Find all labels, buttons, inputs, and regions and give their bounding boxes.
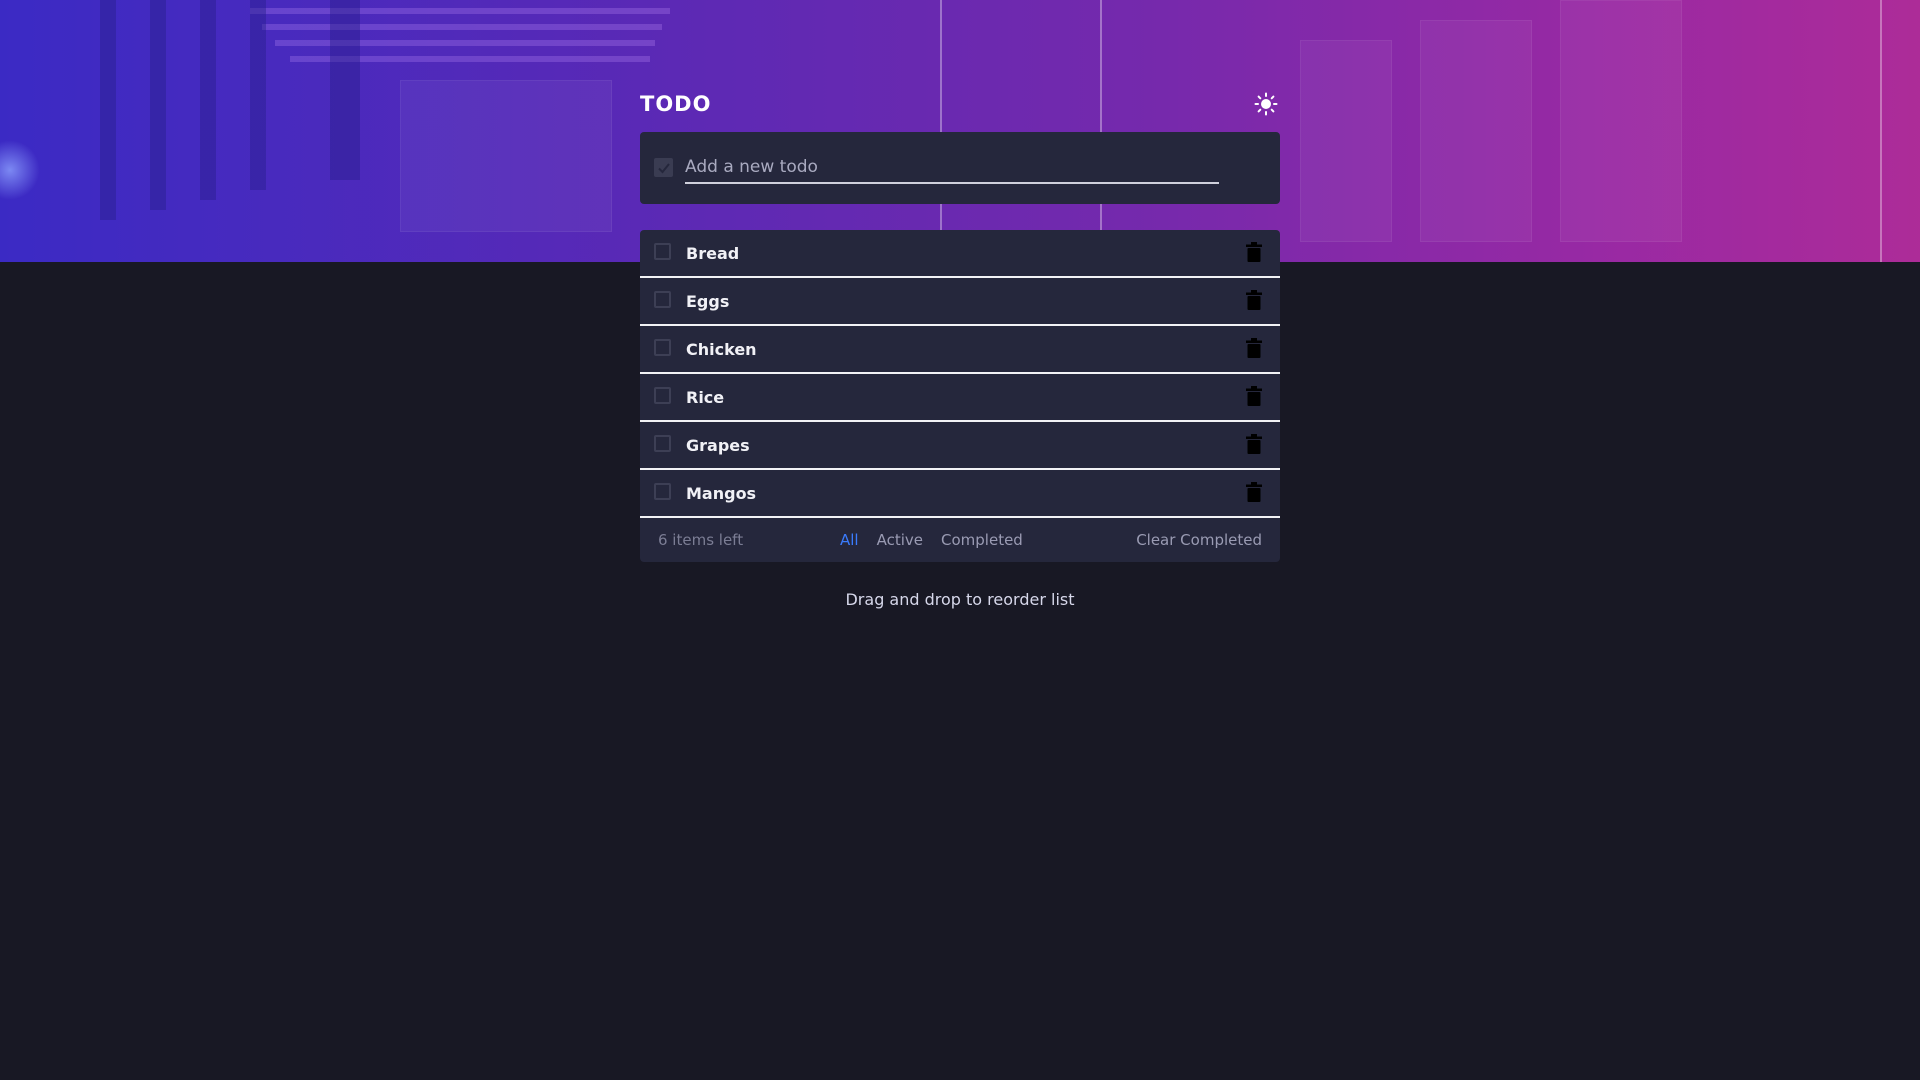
todo-label: Grapes — [686, 435, 750, 455]
trash-icon[interactable] — [1246, 482, 1262, 502]
toggle-all-checkbox[interactable] — [654, 158, 673, 177]
todo-list: Bread Eggs Chicken Rice Grapes Mangos 6 … — [640, 230, 1280, 562]
trash-icon[interactable] — [1246, 290, 1262, 310]
sun-icon — [1254, 92, 1278, 116]
todo-label: Eggs — [686, 291, 730, 311]
doorway — [400, 80, 612, 232]
trash-icon[interactable] — [1246, 434, 1262, 454]
trash-icon[interactable] — [1246, 242, 1262, 262]
clear-completed-button[interactable]: Clear Completed — [1136, 531, 1262, 549]
items-left-count: 6 items left — [658, 531, 744, 549]
pillar — [330, 0, 360, 180]
todo-checkbox[interactable] — [654, 483, 671, 500]
todo-checkbox[interactable] — [654, 387, 671, 404]
todo-label: Bread — [686, 243, 740, 263]
todo-checkbox[interactable] — [654, 435, 671, 452]
ceiling-beam — [262, 24, 662, 30]
new-todo-panel — [640, 132, 1280, 204]
pillar — [100, 0, 116, 220]
todo-item[interactable]: Rice — [640, 374, 1280, 422]
todo-app: TODO Add a new todo Bread Eggs Chicken R… — [640, 86, 1280, 609]
todo-item[interactable]: Mangos — [640, 470, 1280, 518]
ceiling-beam — [250, 8, 670, 14]
filter-group: All Active Completed — [840, 531, 1023, 549]
trash-icon[interactable] — [1246, 338, 1262, 358]
filter-active[interactable]: Active — [877, 531, 923, 549]
pole — [1880, 0, 1882, 262]
reorder-hint: Drag and drop to reorder list — [845, 590, 1075, 609]
todo-item[interactable]: Grapes — [640, 422, 1280, 470]
app-header: TODO — [640, 86, 1280, 122]
wall-panel — [1560, 0, 1682, 242]
new-todo-input[interactable] — [685, 152, 1219, 184]
trash-icon[interactable] — [1246, 386, 1262, 406]
todo-label: Mangos — [686, 483, 757, 503]
todo-item[interactable]: Bread — [640, 230, 1280, 278]
pillar — [250, 0, 266, 190]
todo-label: Rice — [686, 387, 725, 407]
todo-checkbox[interactable] — [654, 291, 671, 308]
todo-checkbox[interactable] — [654, 339, 671, 356]
theme-toggle-button[interactable] — [1252, 90, 1280, 118]
pillar — [150, 0, 166, 210]
todo-label: Chicken — [686, 339, 757, 359]
app-title: TODO — [640, 92, 712, 116]
filter-all[interactable]: All — [840, 531, 859, 549]
wall-panel — [1300, 40, 1392, 242]
light-glow — [0, 140, 40, 200]
filter-completed[interactable]: Completed — [941, 531, 1023, 549]
list-footer: 6 items left All Active Completed Clear … — [640, 518, 1280, 562]
check-icon — [657, 162, 670, 173]
todo-checkbox[interactable] — [654, 243, 671, 260]
wall-panel — [1420, 20, 1532, 242]
todo-item[interactable]: Chicken — [640, 326, 1280, 374]
todo-item[interactable]: Eggs — [640, 278, 1280, 326]
pillar — [200, 0, 216, 200]
